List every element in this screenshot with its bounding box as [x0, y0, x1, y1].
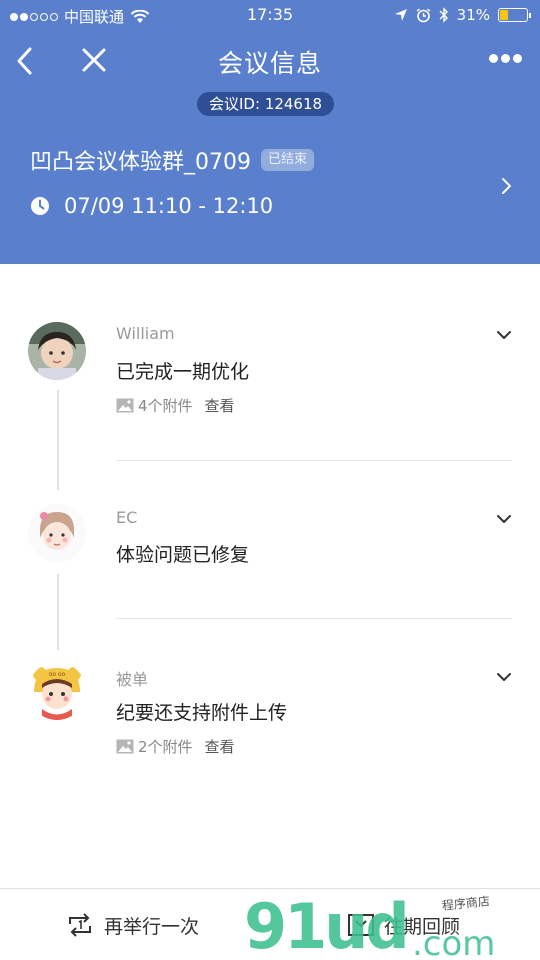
battery-level-fill	[500, 10, 509, 20]
location-arrow-icon	[394, 9, 407, 21]
chevron-down-icon[interactable]	[496, 671, 512, 683]
meeting-info-screen: 中国联通 17:35 31% 会议信息 会议ID: 124618 凹凸会议体验群…	[0, 0, 540, 960]
attachment-count: 2个附件	[138, 738, 193, 756]
battery-icon	[498, 8, 531, 22]
meeting-id-badge: 会议ID: 124618	[197, 92, 335, 116]
chevron-down-icon[interactable]	[496, 329, 512, 341]
past-meetings-button[interactable]: 往期回顾	[348, 889, 460, 960]
meeting-header: 中国联通 17:35 31% 会议信息 会议ID: 124618 凹凸会议体验群…	[0, 0, 540, 264]
history-icon	[348, 914, 374, 936]
note-author: EC	[116, 508, 138, 527]
status-badge: 已结束	[261, 149, 315, 171]
alarm-icon	[416, 7, 431, 22]
note-text: 体验问题已修复	[116, 544, 250, 566]
view-attachments-link[interactable]: 查看	[205, 736, 235, 757]
avatar[interactable]	[28, 504, 86, 562]
note-entry: EC 体验问题已修复	[0, 502, 540, 622]
note-text: 已完成一期优化	[116, 361, 250, 383]
meeting-time-row: 07/09 11:10 - 12:10	[30, 194, 273, 218]
bottom-action-bar: 再举行一次 往期回顾	[0, 888, 540, 960]
chevron-down-icon[interactable]	[496, 513, 512, 525]
battery-percent: 31%	[456, 6, 490, 24]
avatar[interactable]	[28, 322, 86, 380]
note-entry: oo oo 被单 纪要还支持附件上传 2个附件 查看	[0, 662, 540, 802]
hold-again-label: 再举行一次	[104, 915, 200, 938]
note-entry: William 已完成一期优化 4个附件 查看	[0, 320, 540, 460]
repeat-once-icon	[69, 913, 91, 937]
attachment-count: 4个附件	[138, 397, 193, 415]
more-dots-icon[interactable]	[489, 54, 522, 63]
entry-divider	[116, 460, 512, 461]
image-icon	[116, 739, 134, 754]
bluetooth-icon	[439, 7, 448, 23]
entry-divider	[116, 618, 512, 619]
note-text: 纪要还支持附件上传	[116, 702, 288, 724]
status-right: 31%	[394, 6, 531, 24]
note-attachments[interactable]: 4个附件 查看	[116, 395, 235, 416]
chevron-right-icon[interactable]	[500, 176, 514, 196]
svg-text:oo oo: oo oo	[49, 671, 66, 678]
page-title: 会议信息	[217, 49, 322, 78]
status-bar: 中国联通 17:35 31%	[0, 0, 540, 30]
note-author: 被单	[116, 670, 149, 689]
past-meetings-label: 往期回顾	[384, 915, 461, 938]
avatar[interactable]: oo oo	[28, 662, 86, 720]
hold-again-button[interactable]: 再举行一次	[66, 889, 199, 960]
clock-icon	[31, 197, 49, 215]
image-icon	[116, 398, 134, 413]
meeting-time: 07/09 11:10 - 12:10	[64, 194, 274, 218]
view-attachments-link[interactable]: 查看	[205, 395, 235, 416]
note-attachments[interactable]: 2个附件 查看	[116, 736, 235, 757]
note-author: William	[116, 324, 175, 343]
meeting-name: 凹凸会议体验群_0709	[30, 150, 251, 175]
meeting-name-row[interactable]: 凹凸会议体验群_0709 已结束	[30, 144, 315, 176]
